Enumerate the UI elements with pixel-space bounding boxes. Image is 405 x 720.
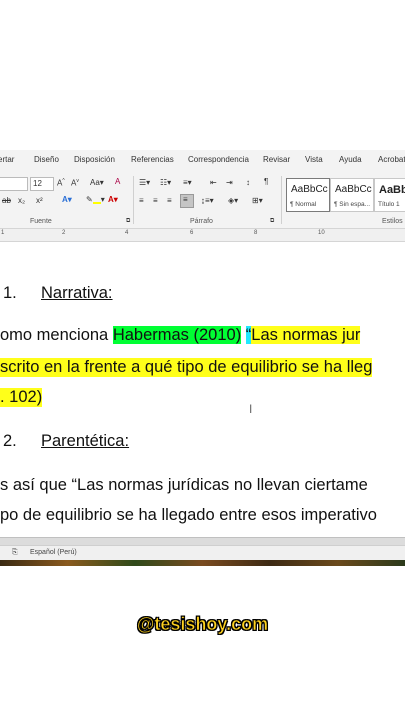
subscript-icon[interactable]: x₂ xyxy=(18,196,25,205)
ibeam-cursor-icon: I xyxy=(249,402,253,416)
tab-ayuda[interactable]: Ayuda xyxy=(339,155,362,164)
group-label-paragraph: Párrafo xyxy=(190,218,213,225)
line-spacing-icon[interactable]: ↨≡▾ xyxy=(201,196,214,205)
ruler-tick: 4 xyxy=(125,230,129,236)
line1-prefix: omo menciona xyxy=(0,326,113,344)
ribbon-separator xyxy=(133,176,134,224)
ruler-tick: 10 xyxy=(318,230,325,236)
grow-font-icon[interactable]: A^ xyxy=(57,178,65,188)
style-normal[interactable]: AaBbCc ¶ Normal xyxy=(286,178,330,212)
change-case-icon[interactable]: Aa▾ xyxy=(90,178,104,187)
quote-start: Las normas jur xyxy=(251,326,361,344)
clear-format-icon[interactable]: A xyxy=(115,177,120,186)
bullets-icon[interactable]: ☰▾ xyxy=(139,178,150,187)
document-page[interactable]: 1. Narrativa: omo menciona Habermas (201… xyxy=(0,242,405,542)
ruler-tick: 2 xyxy=(62,230,66,236)
strikethrough-icon[interactable]: ab xyxy=(2,196,11,205)
font-name-box[interactable] xyxy=(0,177,28,191)
paragraph-line: po de equilibrio se ha llegado entre eso… xyxy=(0,506,377,524)
numbering-icon[interactable]: ☷▾ xyxy=(160,178,171,187)
tab-vista[interactable]: Vista xyxy=(305,155,323,164)
tab-disposicion[interactable]: Disposición xyxy=(74,155,115,164)
font-size-box[interactable]: 12 xyxy=(30,177,54,191)
align-right-icon[interactable]: ≡ xyxy=(167,196,172,205)
author-citation: Habermas (2010) xyxy=(112,326,242,344)
font-color-icon[interactable]: A▾ xyxy=(108,195,118,204)
item-number: 2. xyxy=(3,432,17,450)
item-title-narrativa: Narrativa: xyxy=(41,284,113,302)
style-name-normal: ¶ Normal xyxy=(290,201,317,208)
justify-button[interactable]: ≡ xyxy=(180,194,194,208)
group-label-styles: Estilos xyxy=(382,218,403,225)
style-sin-espaciado[interactable]: AaBbCc ¶ Sin espa... xyxy=(330,178,374,212)
watermark: @tesishoy.com xyxy=(136,614,269,635)
show-marks-icon[interactable]: ¶ xyxy=(264,177,268,186)
increase-indent-icon[interactable]: ⇥ xyxy=(226,178,233,187)
status-bar: ⎘ Español (Perú) xyxy=(0,545,405,561)
style-titulo-1[interactable]: AaBb Título 1 xyxy=(374,178,405,212)
align-left-icon[interactable]: ≡ xyxy=(139,196,144,205)
tab-correspondencia[interactable]: Correspondencia xyxy=(188,155,249,164)
language-status[interactable]: Español (Perú) xyxy=(30,549,77,556)
highlight-color-icon[interactable]: ✎ ▾ xyxy=(86,195,105,204)
paragraph-line: scrito en la frente a qué tipo de equili… xyxy=(0,358,373,377)
justify-icon: ≡ xyxy=(183,195,188,204)
tab-acrobat[interactable]: Acrobat xyxy=(378,155,405,164)
ruler-tick: 6 xyxy=(190,230,194,236)
paragraph-dialog-launcher-icon[interactable]: ⧉ xyxy=(270,218,274,225)
proofing-icon[interactable]: ⎘ xyxy=(12,549,18,557)
text-effects-icon[interactable]: A▾ xyxy=(62,195,72,204)
style-name-sin-espaciado: ¶ Sin espa... xyxy=(334,201,371,208)
tab-diseno[interactable]: Diseño xyxy=(34,155,59,164)
style-sample-titulo-1: AaBb xyxy=(379,184,405,196)
paragraph-line: s así que “Las normas jurídicas no lleva… xyxy=(0,476,368,494)
style-sample-normal: AaBbCc xyxy=(291,184,328,195)
item-number: 1. xyxy=(3,284,17,302)
multilevel-list-icon[interactable]: ≡▾ xyxy=(183,178,192,187)
superscript-icon[interactable]: x² xyxy=(36,196,43,205)
horizontal-ruler[interactable]: 1 2 4 6 8 10 xyxy=(0,229,405,242)
ruler-tick: 1 xyxy=(1,230,5,236)
shading-icon[interactable]: ◈▾ xyxy=(228,196,238,205)
background-image-strip xyxy=(0,560,405,566)
tab-insertar[interactable]: ertar xyxy=(0,155,14,164)
item-title-parentetica: Parentética: xyxy=(41,432,130,450)
decrease-indent-icon[interactable]: ⇤ xyxy=(210,178,217,187)
list-item-narrativa: 1. Narrativa: xyxy=(3,284,113,303)
top-blank-area xyxy=(0,0,405,148)
borders-icon[interactable]: ⊞▾ xyxy=(252,196,263,205)
sort-icon[interactable]: ↕ xyxy=(246,178,250,187)
paragraph-line: . 102) xyxy=(0,388,43,407)
paragraph-line: omo menciona Habermas (2010) “Las normas… xyxy=(0,326,361,345)
align-center-icon[interactable]: ≡ xyxy=(153,196,158,205)
style-sample-sin-espaciado: AaBbCc xyxy=(335,184,372,195)
ribbon-separator xyxy=(281,176,282,224)
tab-revisar[interactable]: Revisar xyxy=(263,155,290,164)
font-size-value: 12 xyxy=(33,179,42,188)
ribbon-tab-bar: ertar Diseño Disposición Referencias Cor… xyxy=(0,150,405,173)
style-name-titulo-1: Título 1 xyxy=(378,201,400,208)
ruler-tick: 8 xyxy=(254,230,258,236)
group-label-font: Fuente xyxy=(30,218,52,225)
tab-referencias[interactable]: Referencias xyxy=(131,155,174,164)
font-dialog-launcher-icon[interactable]: ⧉ xyxy=(126,218,130,225)
shrink-font-icon[interactable]: Av xyxy=(71,178,79,188)
ribbon: 12 A^ Av Aa▾ A ab x₂ x² A▾ ✎ ▾ A▾ Fuente … xyxy=(0,172,405,229)
list-item-parentetica: 2. Parentética: xyxy=(3,432,129,451)
